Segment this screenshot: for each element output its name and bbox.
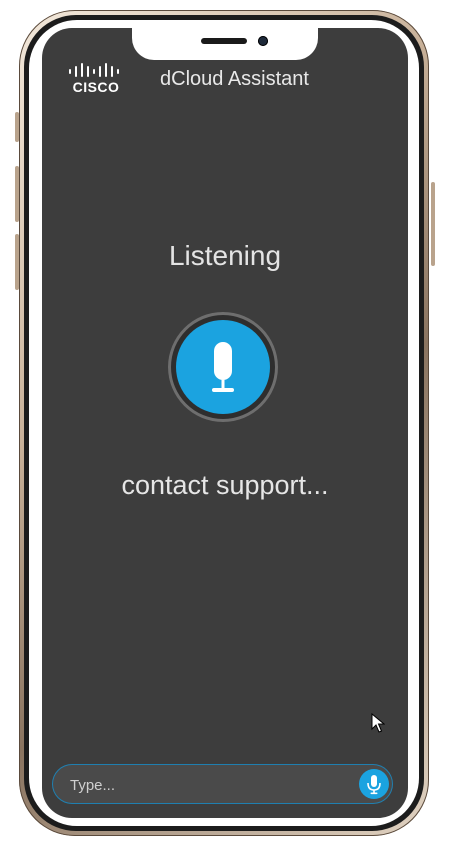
app-title: dCloud Assistant (160, 68, 309, 90)
microphone-icon (212, 342, 234, 392)
mute-switch (15, 112, 19, 142)
speech-transcript: contact support... (121, 470, 329, 500)
mouse-pointer-icon (371, 712, 386, 737)
cisco-logo-icon: CISCO (66, 62, 126, 96)
message-input-bar (52, 764, 393, 806)
mic-button[interactable] (168, 312, 278, 422)
volume-up-button (15, 166, 19, 222)
voice-input-button[interactable] (359, 769, 389, 799)
mic-button-fill (176, 320, 270, 414)
listening-status: Listening (168, 240, 282, 271)
notch (132, 28, 318, 60)
message-input[interactable] (68, 764, 352, 806)
app-screen (42, 28, 408, 818)
front-camera (258, 36, 268, 46)
microphone-icon (367, 775, 381, 795)
logo-text: CISCO (72, 79, 120, 95)
earpiece-speaker (201, 38, 247, 44)
